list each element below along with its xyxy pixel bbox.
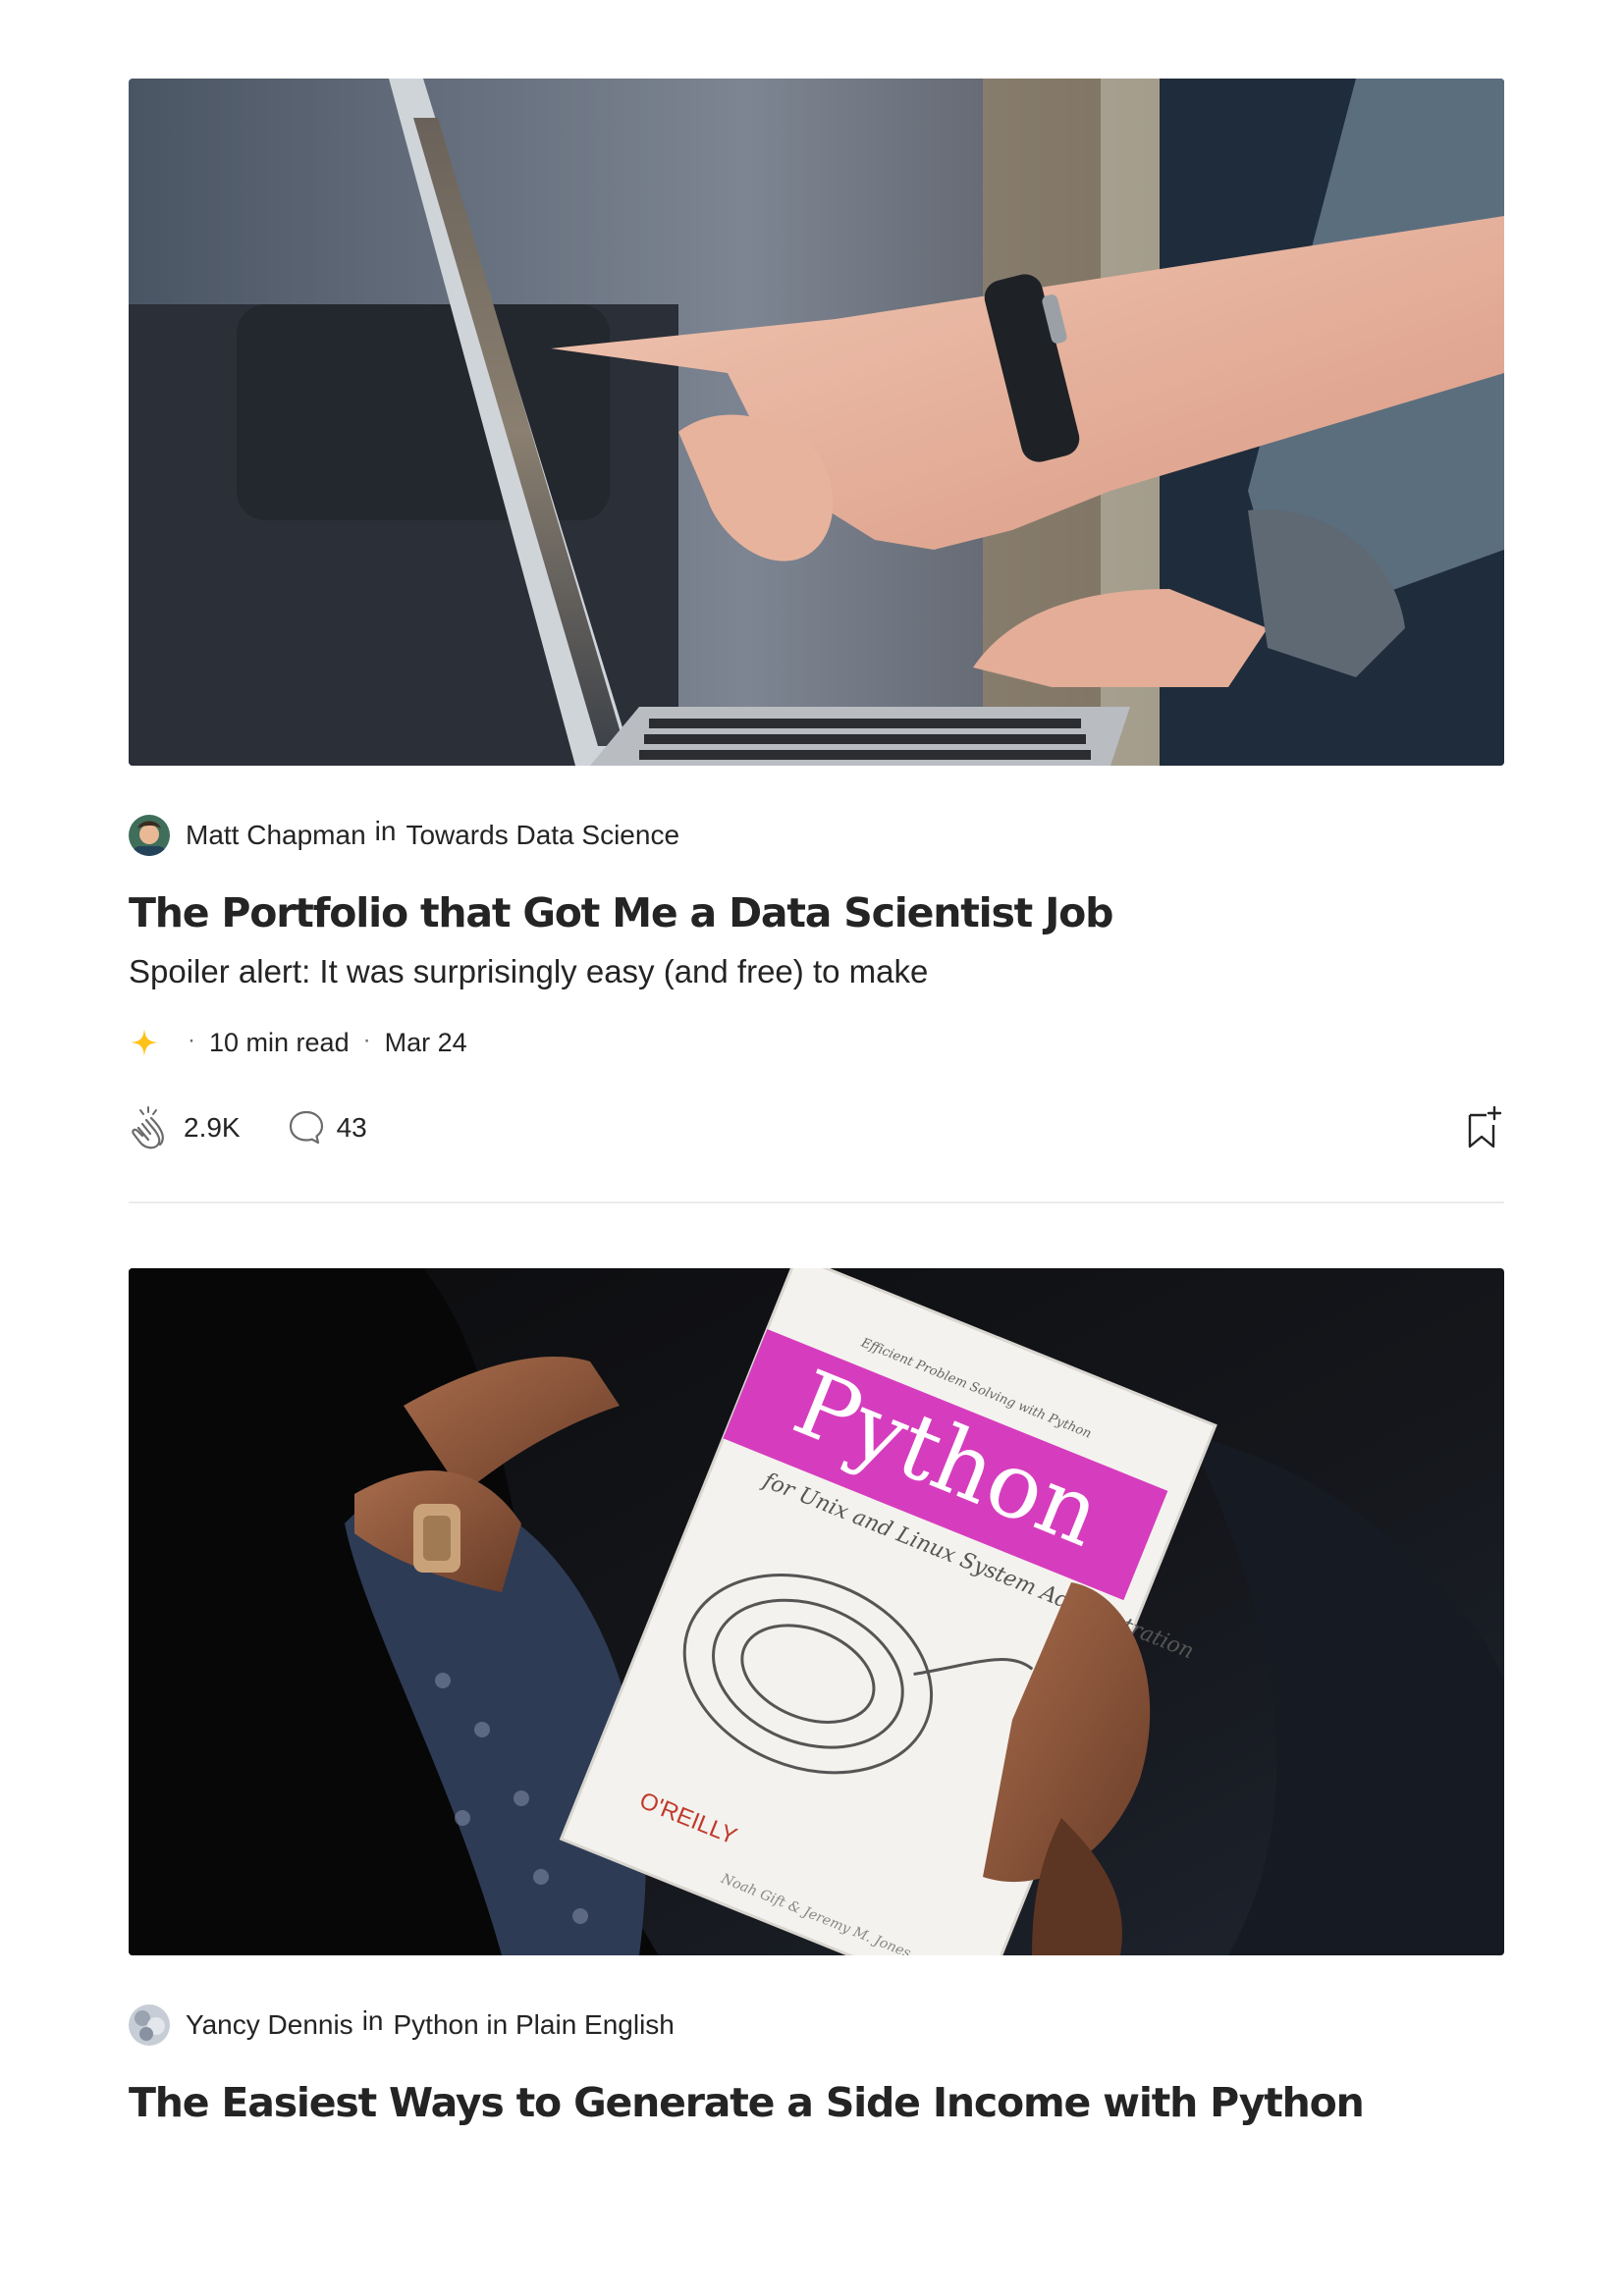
article-meta: · 10 min read · Mar 24 xyxy=(129,1023,1504,1062)
sparkle-star-icon xyxy=(131,1029,158,1056)
read-time: 10 min read xyxy=(209,1027,350,1057)
comment-count: 43 xyxy=(336,1112,367,1143)
comments-button[interactable]: 43 xyxy=(288,1109,367,1147)
article-feed: Matt Chapman in Towards Data Science The… xyxy=(129,79,1504,2130)
article-actions: 2.9K 43 xyxy=(129,1101,1504,1154)
author-name[interactable]: Yancy Dennis xyxy=(186,2009,353,2041)
clap-button[interactable]: 2.9K xyxy=(129,1104,241,1151)
author-avatar[interactable] xyxy=(129,2004,170,2046)
article-cover-image[interactable] xyxy=(129,79,1504,766)
laptop-photo xyxy=(129,79,1504,766)
article-divider xyxy=(129,1201,1504,1203)
comment-bubble-icon xyxy=(289,1110,323,1145)
article-byline: Matt Chapman in Towards Data Science xyxy=(129,815,1504,856)
article-subtitle[interactable]: Spoiler alert: It was surprisingly easy … xyxy=(129,950,1504,993)
byline-in-word: in xyxy=(361,2005,384,2036)
meta-separator: · xyxy=(188,1027,195,1053)
publish-date: Mar 24 xyxy=(384,1027,467,1057)
python-book-photo: Python Efficient Problem Solving with Py… xyxy=(129,1268,1504,1955)
publication-name[interactable]: Python in Plain English xyxy=(393,2009,674,2041)
article-byline: Yancy Dennis in Python in Plain English xyxy=(129,2004,1504,2046)
clap-icon xyxy=(132,1106,164,1149)
clap-count: 2.9K xyxy=(184,1112,241,1143)
article-title[interactable]: The Easiest Ways to Generate a Side Inco… xyxy=(129,2075,1504,2130)
article-card: Matt Chapman in Towards Data Science The… xyxy=(129,79,1504,1203)
author-name[interactable]: Matt Chapman xyxy=(186,820,366,851)
author-avatar[interactable] xyxy=(129,815,170,856)
article-title[interactable]: The Portfolio that Got Me a Data Scienti… xyxy=(129,885,1504,940)
publication-name[interactable]: Towards Data Science xyxy=(406,820,679,851)
article-card: Python Efficient Problem Solving with Py… xyxy=(129,1268,1504,2130)
meta-separator: · xyxy=(362,1027,371,1053)
article-cover-image[interactable]: Python Efficient Problem Solving with Py… xyxy=(129,1268,1504,1955)
byline-in-word: in xyxy=(374,816,397,846)
bookmark-add-icon[interactable] xyxy=(1465,1105,1504,1150)
